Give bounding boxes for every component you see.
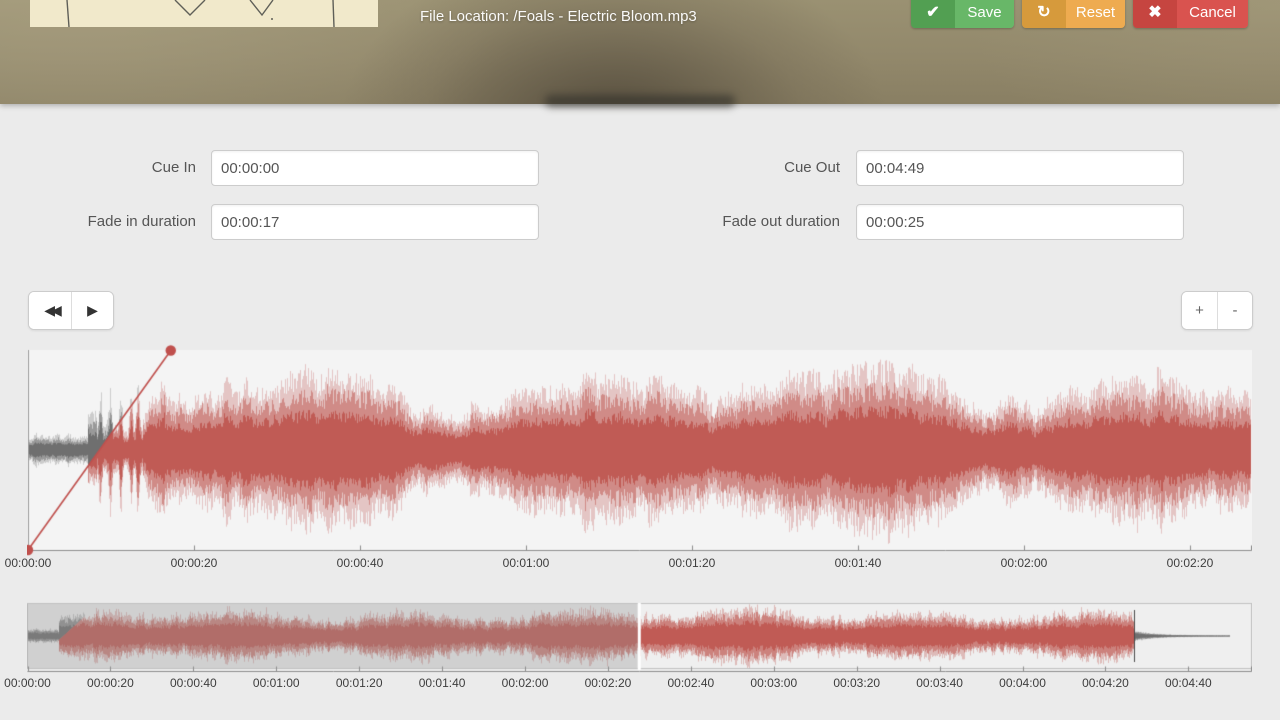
time-tick-label: 00:00:00 [4,676,51,690]
time-tick-label: 00:01:20 [336,676,383,690]
cue-out-label: Cue Out [650,150,840,186]
overview-waveform-time-axis: 00:00:00 00:00:20 00:00:40 00:01:00 00:01:20… [0,676,1280,692]
cue-in-input[interactable] [211,150,539,186]
cancel-button[interactable]: ✖ Cancel [1133,0,1248,28]
time-tick-label: 00:01:00 [503,556,550,570]
time-tick-label: 00:04:40 [1165,676,1212,690]
time-tick-label: 00:00:40 [337,556,384,570]
zoom-in-button[interactable]: + [1182,292,1217,329]
rewind-icon: ◀◀ [44,302,58,319]
fade-in-start-handle[interactable] [21,543,35,557]
save-button[interactable]: ✔ Save [911,0,1014,28]
time-tick-label: 00:02:00 [1001,556,1048,570]
time-tick-label: 00:00:20 [171,556,218,570]
time-tick-label: 00:03:20 [833,676,880,690]
main-waveform-canvas[interactable] [27,344,1252,556]
fade-out-duration-input[interactable] [856,204,1184,240]
header-backdrop-shadow [545,95,735,107]
transport-controls: ◀◀ ▶ [28,291,114,330]
cue-out-input[interactable] [856,150,1184,186]
zoom-out-button[interactable]: - [1217,292,1252,329]
album-art-sketch [30,0,378,27]
time-tick-label: 00:01:40 [835,556,882,570]
fade-out-duration-label: Fade out duration [650,204,840,240]
check-icon: ✔ [911,0,955,28]
time-tick-label: 00:01:20 [669,556,716,570]
header: File Location: /Foals - Electric Bloom.m… [0,0,1280,104]
zoom-controls: + - [1181,291,1253,330]
time-tick-label: 00:02:20 [585,676,632,690]
fade-in-duration-input[interactable] [211,204,539,240]
time-tick-label: 00:00:40 [170,676,217,690]
album-art-thumbnail [30,0,378,27]
time-tick-label: 00:04:20 [1082,676,1129,690]
time-tick-label: 00:01:00 [253,676,300,690]
rewind-button[interactable]: ◀◀ [29,292,71,329]
time-tick-label: 00:03:40 [916,676,963,690]
play-button[interactable]: ▶ [71,292,113,329]
time-tick-label: 00:00:00 [5,556,52,570]
play-icon: ▶ [87,302,98,319]
time-tick-label: 00:04:00 [999,676,1046,690]
reset-button-label: Reset [1066,0,1125,28]
file-location-text: File Location: /Foals - Electric Bloom.m… [420,8,697,25]
main-waveform-time-axis: 00:00:00 00:00:20 00:00:40 00:01:00 00:01:20… [0,556,1280,572]
time-tick-label: 00:03:00 [750,676,797,690]
audio-cue-editor: File Location: /Foals - Electric Bloom.m… [0,0,1280,720]
overview-waveform-canvas[interactable] [27,601,1252,675]
x-icon: ✖ [1133,0,1177,28]
time-tick-label: 00:02:20 [1167,556,1214,570]
reset-button[interactable]: ↻ Reset [1022,0,1125,28]
minus-icon: - [1233,302,1238,319]
plus-icon: + [1195,302,1204,319]
cancel-button-label: Cancel [1177,0,1248,28]
fade-in-end-handle[interactable] [163,344,177,358]
time-tick-label: 00:01:40 [419,676,466,690]
fade-in-duration-label: Fade in duration [6,204,196,240]
time-tick-label: 00:00:20 [87,676,134,690]
time-tick-label: 00:02:40 [668,676,715,690]
save-button-label: Save [955,0,1014,28]
cue-in-label: Cue In [6,150,196,186]
reset-icon: ↻ [1022,0,1066,28]
time-tick-label: 00:02:00 [502,676,549,690]
